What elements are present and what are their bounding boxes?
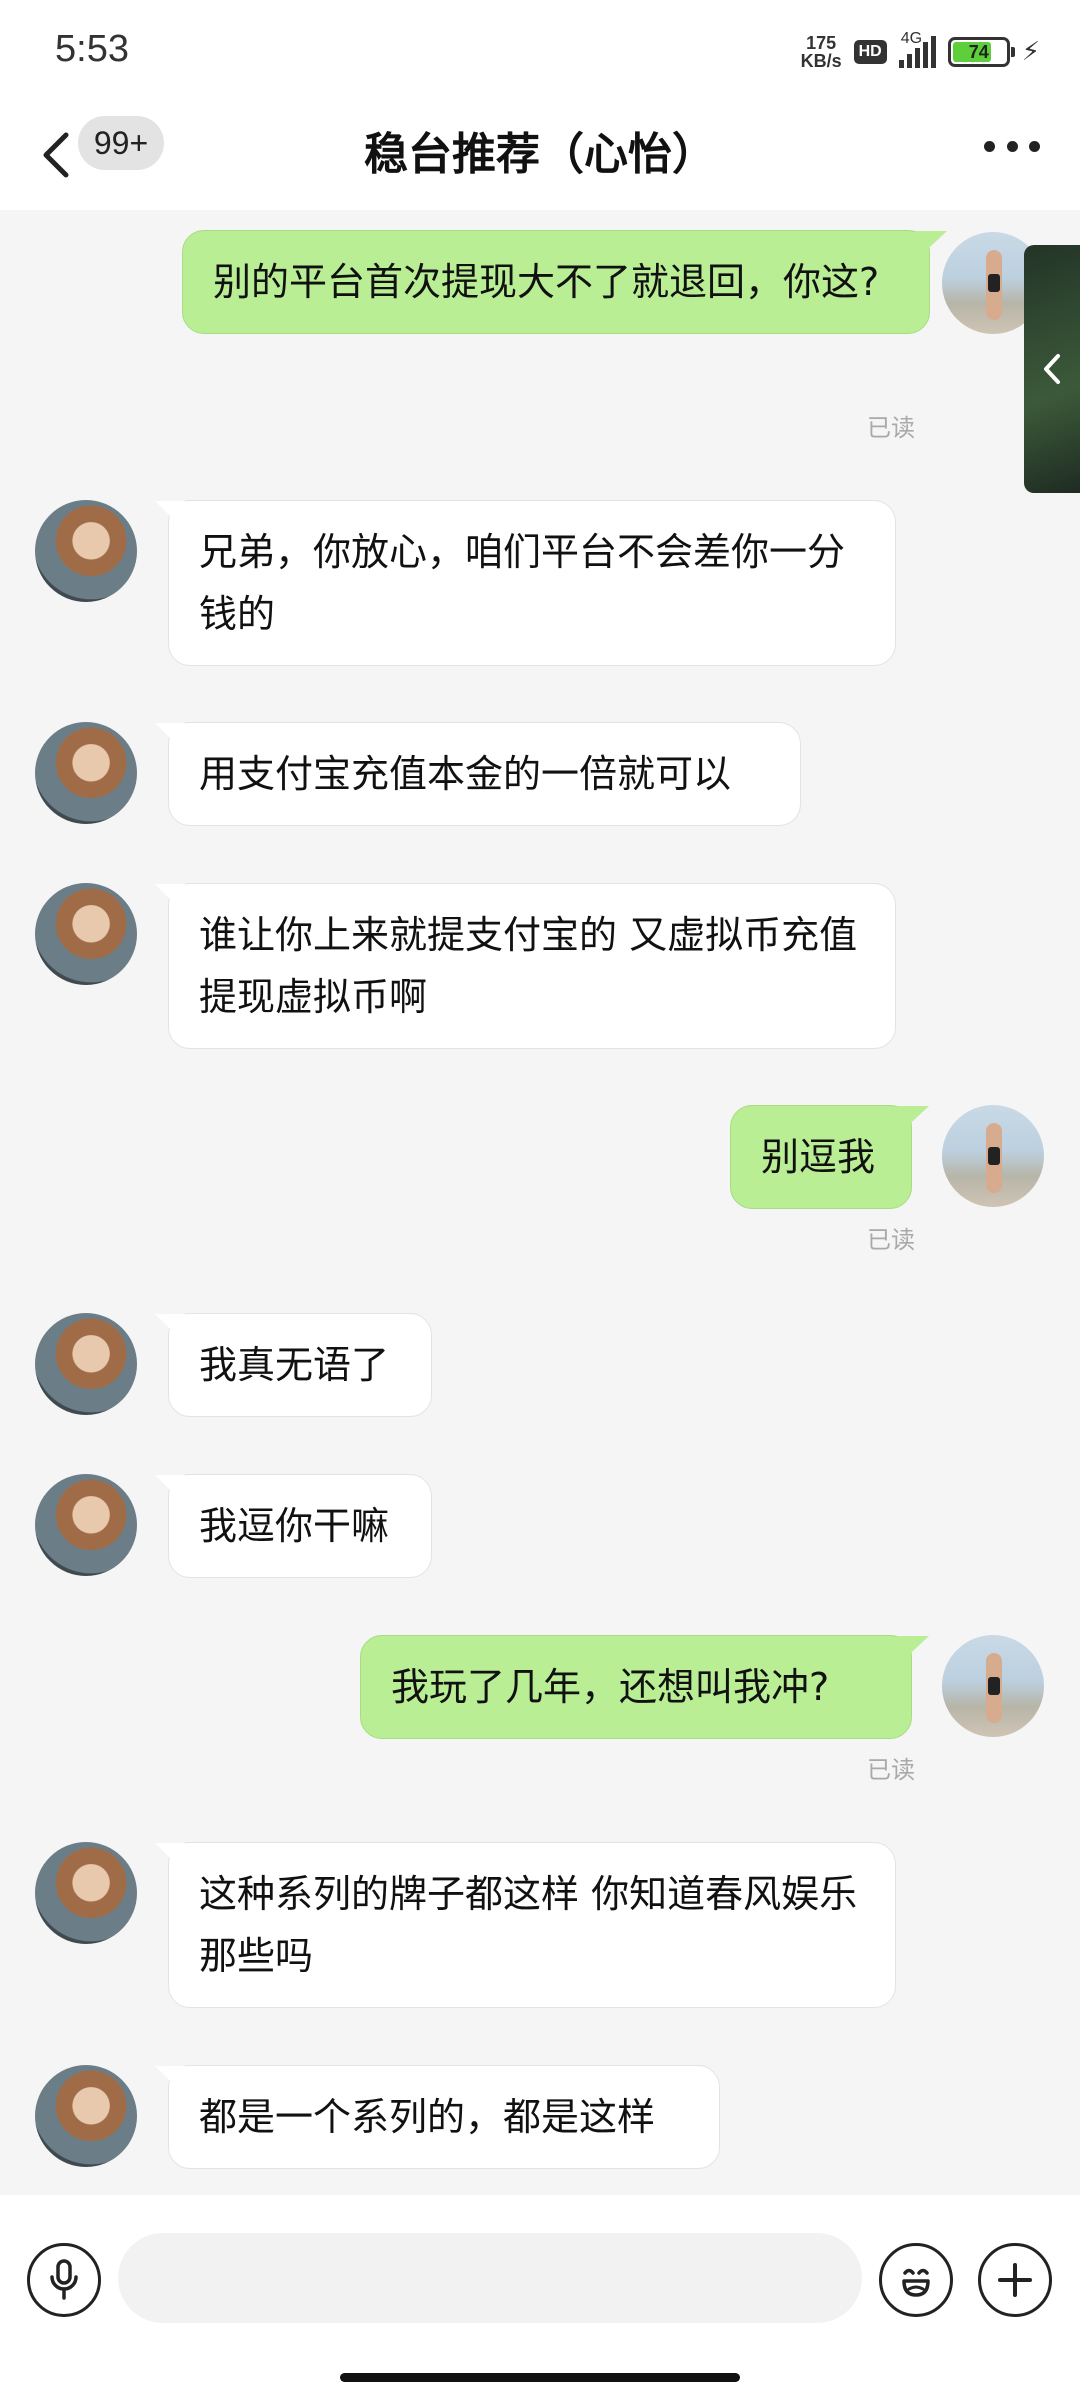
plus-button[interactable] — [978, 2243, 1052, 2317]
message-input[interactable] — [118, 2233, 862, 2323]
avatar-contact[interactable] — [35, 722, 137, 824]
home-indicator[interactable] — [340, 2373, 740, 2382]
battery-icon: 74 — [947, 37, 1015, 67]
more-button[interactable] — [984, 134, 1040, 158]
hd-icon: HD — [853, 40, 887, 64]
avatar-contact[interactable] — [35, 2065, 137, 2167]
message-bubble-outgoing[interactable]: 别逗我 — [730, 1105, 912, 1209]
microphone-icon — [50, 2259, 78, 2300]
message-bubble-incoming[interactable]: 谁让你上来就提支付宝的 又虚拟币充值 提现虚拟币啊 — [168, 883, 896, 1049]
network-speed: 175 KB/s — [800, 33, 842, 71]
plus-icon — [998, 2263, 1032, 2297]
chevron-left-icon — [1044, 354, 1060, 384]
charging-icon: ⚡ — [1021, 37, 1040, 67]
avatar-self[interactable] — [942, 1635, 1044, 1737]
avatar-contact[interactable] — [35, 1313, 137, 1415]
message-bubble-incoming[interactable]: 这种系列的牌子都这样 你知道春风娱乐那些吗 — [168, 1842, 896, 2008]
more-dots-icon — [984, 140, 995, 152]
read-status: 已读 — [867, 1756, 915, 1784]
read-status: 已读 — [867, 414, 915, 442]
avatar-contact[interactable] — [35, 1842, 137, 1944]
voice-button[interactable] — [27, 2243, 101, 2317]
status-bar: 5:53 175 KB/s HD 4G 74 ⚡ — [0, 0, 1080, 105]
avatar-contact[interactable] — [35, 500, 137, 602]
message-bubble-incoming[interactable]: 我真无语了 — [168, 1313, 432, 1417]
message-bubble-incoming[interactable]: 都是一个系列的，都是这样 — [168, 2065, 720, 2169]
message-bubble-incoming[interactable]: 我逗你干嘛 — [168, 1474, 432, 1578]
input-bar — [0, 2195, 1080, 2400]
status-time: 5:53 — [55, 28, 129, 70]
signal-icon: 4G — [898, 30, 936, 68]
message-bubble-incoming[interactable]: 兄弟，你放心，咱们平台不会差你一分钱的 — [168, 500, 896, 666]
read-status: 已读 — [867, 1226, 915, 1254]
emoji-button[interactable] — [879, 2243, 953, 2317]
message-bubble-incoming[interactable]: 用支付宝充值本金的一倍就可以 — [168, 722, 801, 826]
emoji-icon — [902, 2268, 930, 2297]
side-drawer-tab[interactable] — [1024, 245, 1080, 493]
page-title: 稳台推荐（心怡） — [364, 129, 716, 180]
status-icons: 175 KB/s HD 4G 74 ⚡ — [800, 30, 1040, 72]
avatar-self[interactable] — [942, 1105, 1044, 1207]
chat-messages[interactable]: 别的平台首次提现大不了就退回，你这? 已读 兄弟，你放心，咱们平台不会差你一分钱… — [0, 210, 1080, 2195]
avatar-contact[interactable] — [35, 1474, 137, 1576]
message-bubble-outgoing[interactable]: 别的平台首次提现大不了就退回，你这? — [182, 230, 930, 334]
message-bubble-outgoing[interactable]: 我玩了几年，还想叫我冲? — [360, 1635, 912, 1739]
avatar-contact[interactable] — [35, 883, 137, 985]
